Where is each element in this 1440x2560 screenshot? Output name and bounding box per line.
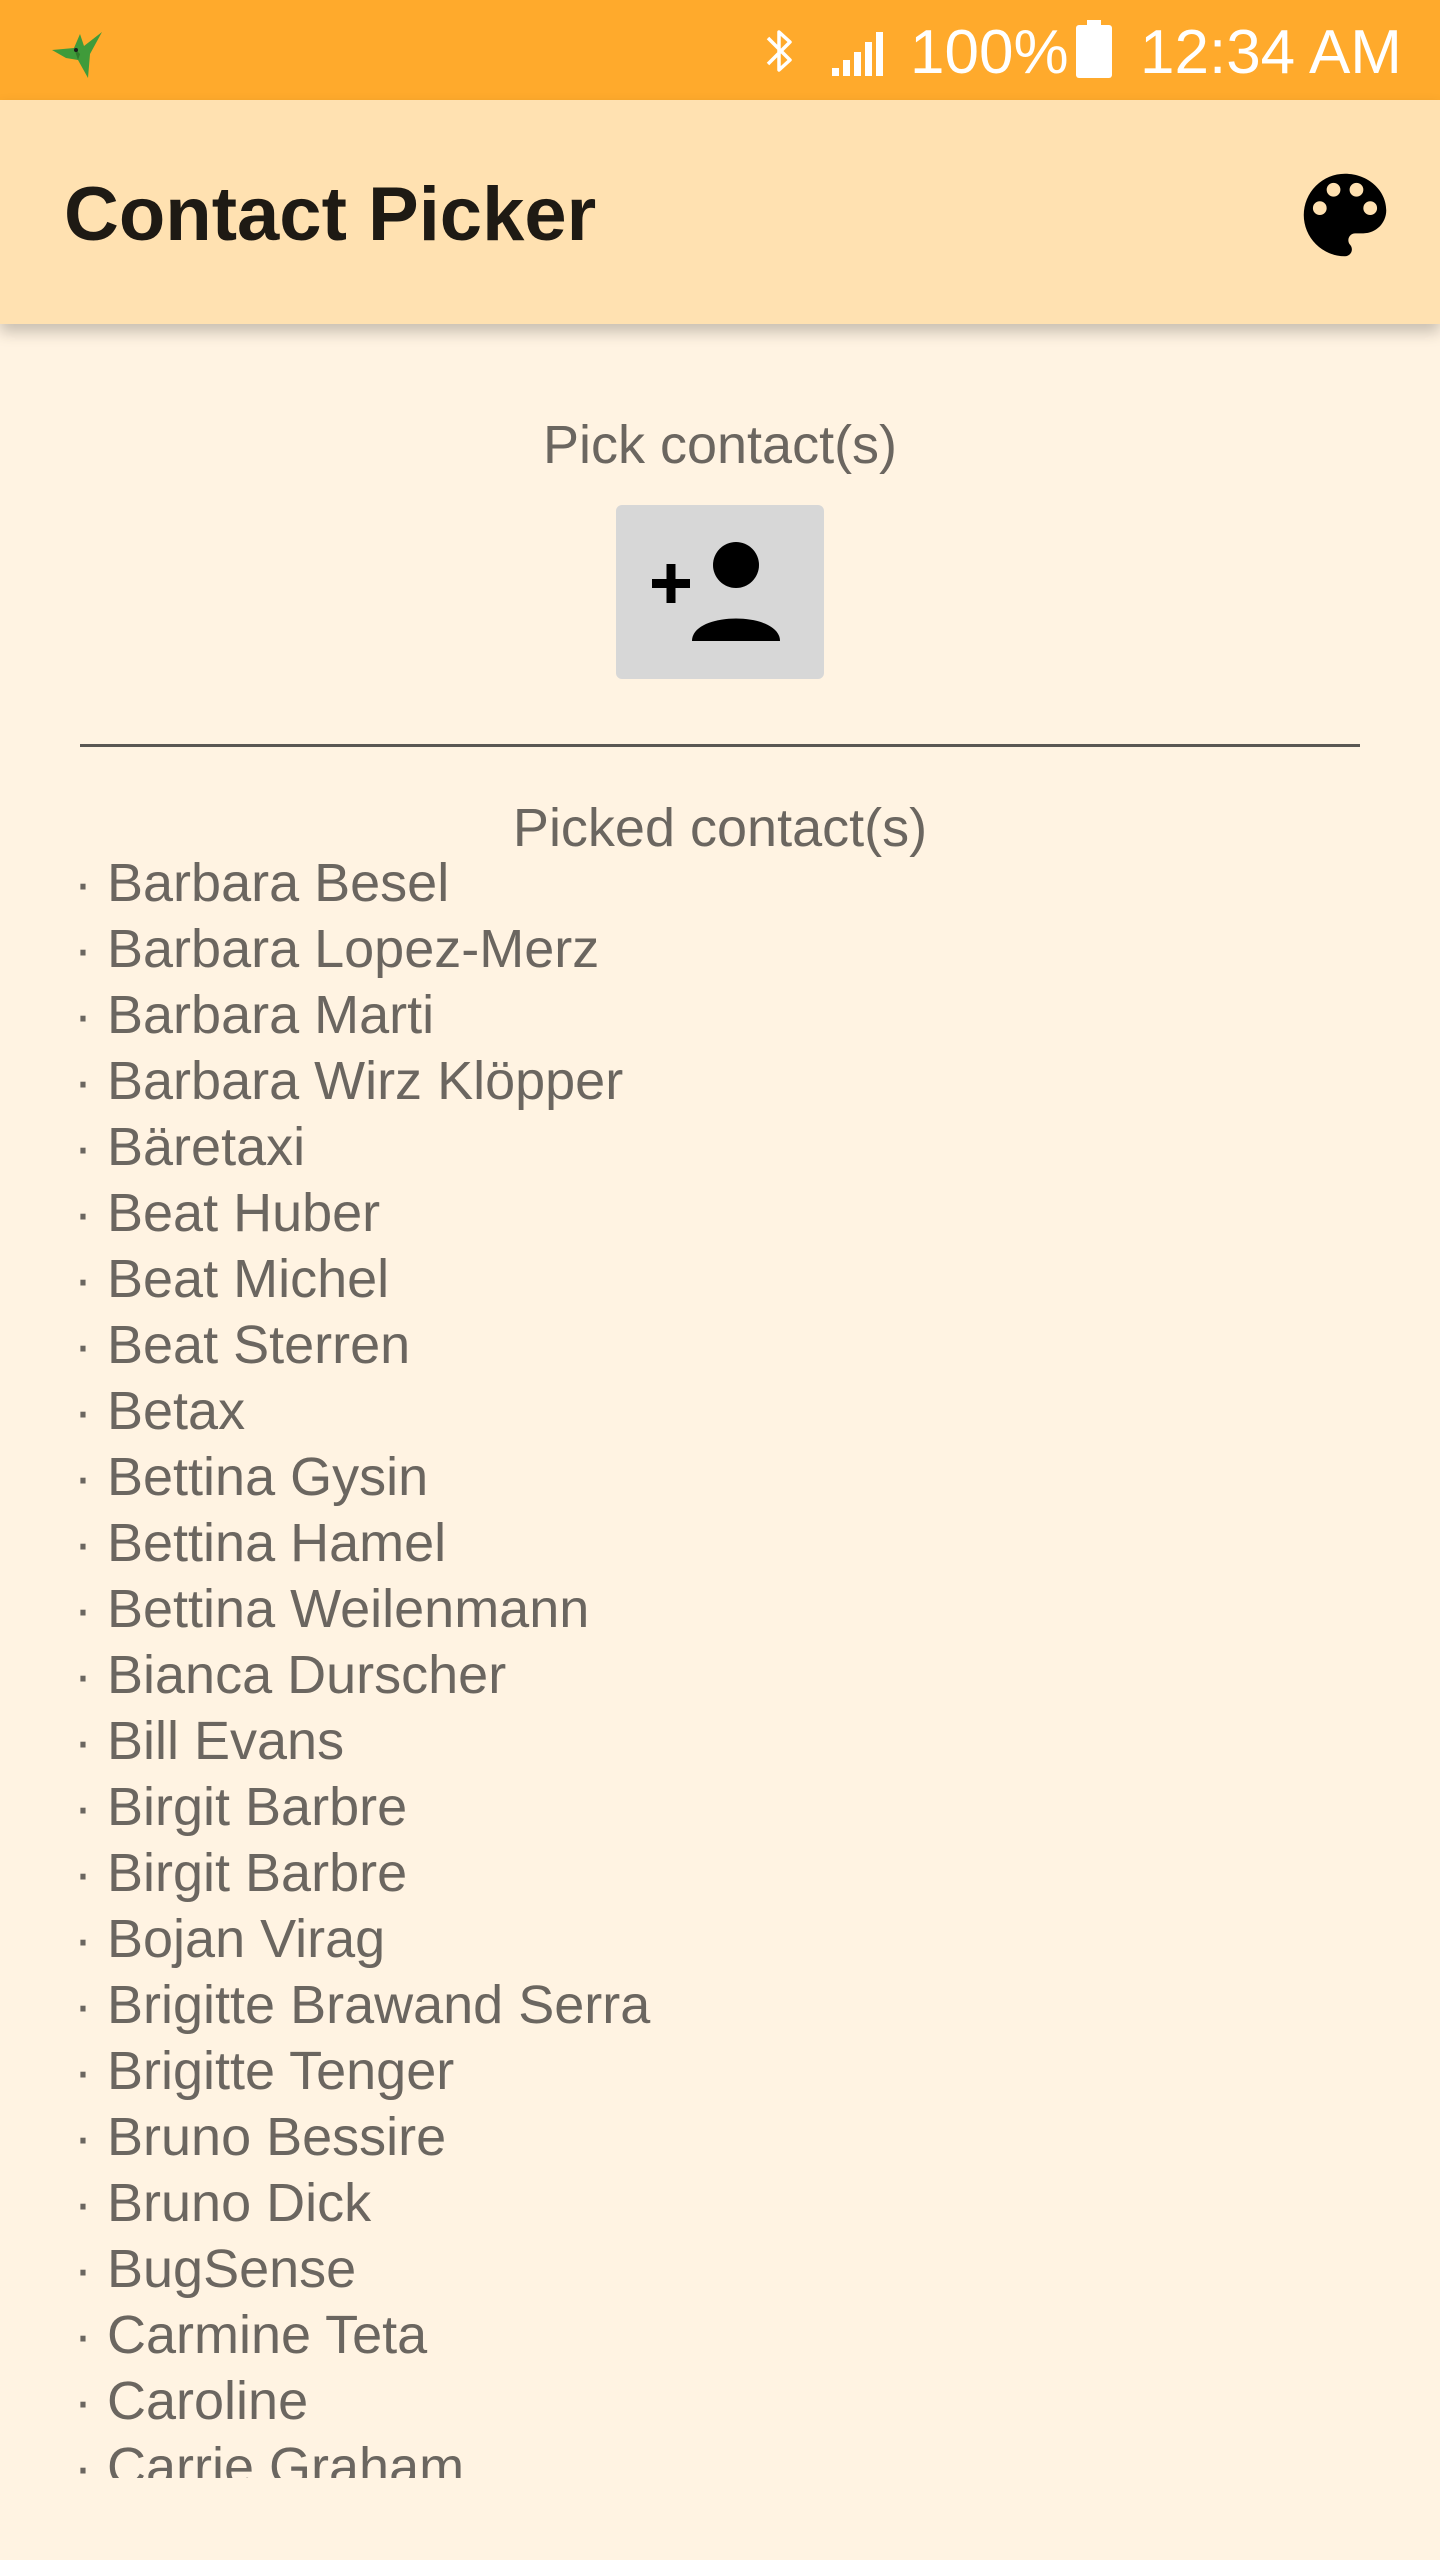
list-item: Bruno Bessire: [74, 2104, 1354, 2170]
list-item: Bettina Gysin: [74, 1444, 1354, 1510]
battery-percentage: 100%: [910, 18, 1069, 87]
list-item: Beat Sterren: [74, 1312, 1354, 1378]
list-item: Barbara Wirz Klöpper: [74, 1048, 1354, 1114]
list-item: Bruno Dick: [74, 2170, 1354, 2236]
bluetooth-icon: [766, 30, 792, 72]
list-item: Birgit Barbre: [74, 1840, 1354, 1906]
list-item: Beat Huber: [74, 1180, 1354, 1246]
list-item: BugSense: [74, 2236, 1354, 2302]
list-item: Betax: [74, 1378, 1354, 1444]
list-item: Bianca Durscher: [74, 1642, 1354, 1708]
list-item: Barbara Marti: [74, 982, 1354, 1048]
person-add-icon: [652, 542, 780, 641]
palette-icon: [1303, 173, 1387, 257]
list-item: Caroline: [74, 2368, 1354, 2434]
pick-contact-button[interactable]: [616, 505, 824, 679]
section-divider: [80, 744, 1360, 747]
list-item: Bojan Virag: [74, 1906, 1354, 1972]
theme-palette-button[interactable]: [1290, 160, 1400, 270]
hummingbird-icon: [52, 32, 102, 78]
app-bar: Contact Picker: [0, 100, 1440, 324]
list-item: Barbara Lopez-Merz: [74, 916, 1354, 982]
list-item: Beat Michel: [74, 1246, 1354, 1312]
battery-icon: [1076, 20, 1112, 78]
list-item: Bettina Hamel: [74, 1510, 1354, 1576]
status-bar: 100% 12:34 AM: [0, 0, 1440, 100]
picked-contacts-list: Barbara Besel Barbara Lopez-Merz Barbara…: [74, 850, 1354, 2478]
list-item: Brigitte Brawand Serra: [74, 1972, 1354, 2038]
pick-contacts-label: Pick contact(s): [542, 415, 898, 475]
signal-icon: [832, 32, 883, 76]
list-item: Bill Evans: [74, 1708, 1354, 1774]
list-item: Bettina Weilenmann: [74, 1576, 1354, 1642]
list-item: Bäretaxi: [74, 1114, 1354, 1180]
app-title: Contact Picker: [64, 172, 597, 257]
list-item: Barbara Besel: [74, 850, 1354, 916]
list-item: Birgit Barbre: [74, 1774, 1354, 1840]
list-item: Carmine Teta: [74, 2302, 1354, 2368]
list-item: Brigitte Tenger: [74, 2038, 1354, 2104]
list-item: Carrie Graham: [74, 2434, 1354, 2478]
clock: 12:34 AM: [1140, 18, 1402, 87]
